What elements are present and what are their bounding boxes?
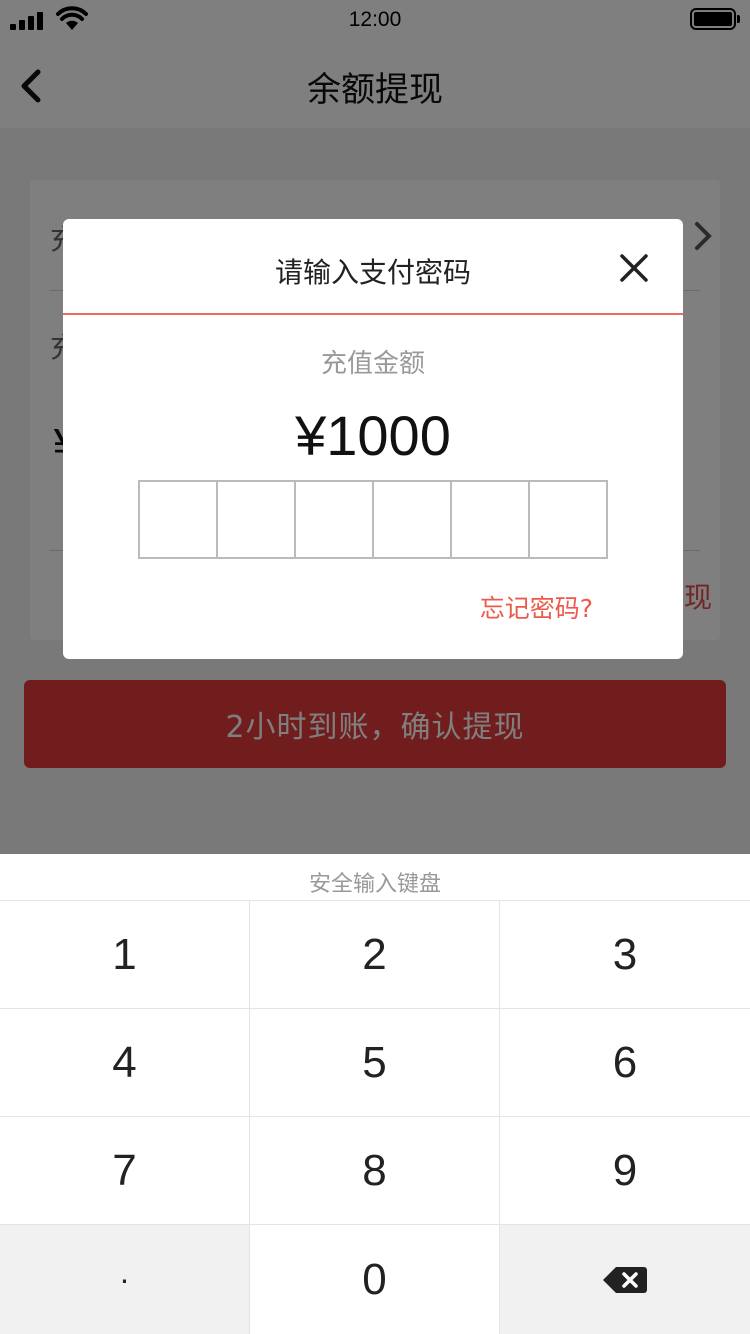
key-6[interactable]: 6 xyxy=(500,1009,750,1117)
secure-keyboard: 安全输入键盘 1 2 3 4 5 6 7 8 9 · 0 xyxy=(0,854,750,1334)
pin-box[interactable] xyxy=(140,482,218,557)
pin-input[interactable] xyxy=(138,480,608,559)
payment-password-dialog: 请输入支付密码 充值金额 ¥1000 忘记密码? xyxy=(63,219,683,659)
key-9[interactable]: 9 xyxy=(500,1117,750,1225)
pin-box[interactable] xyxy=(374,482,452,557)
key-5[interactable]: 5 xyxy=(250,1009,500,1117)
key-4[interactable]: 4 xyxy=(0,1009,250,1117)
amount-value: ¥1000 xyxy=(295,404,451,467)
forgot-password-link[interactable]: 忘记密码? xyxy=(480,589,593,625)
keyboard-title: 安全输入键盘 xyxy=(308,872,441,897)
amount-label: 充值金额 xyxy=(320,349,425,379)
key-2[interactable]: 2 xyxy=(250,901,500,1009)
key-dot[interactable]: · xyxy=(0,1225,250,1334)
key-1[interactable]: 1 xyxy=(0,901,250,1009)
key-3[interactable]: 3 xyxy=(500,901,750,1009)
dialog-title: 请输入支付密码 xyxy=(274,256,471,289)
keypad: 1 2 3 4 5 6 7 8 9 · 0 xyxy=(0,900,750,1334)
backspace-icon xyxy=(603,1266,647,1293)
pin-box[interactable] xyxy=(452,482,530,557)
pin-box[interactable] xyxy=(218,482,296,557)
key-7[interactable]: 7 xyxy=(0,1117,250,1225)
dialog-divider xyxy=(63,313,683,315)
pin-box[interactable] xyxy=(530,482,606,557)
close-icon[interactable] xyxy=(619,253,649,283)
pin-box[interactable] xyxy=(296,482,374,557)
key-0[interactable]: 0 xyxy=(250,1225,500,1334)
backspace-key[interactable] xyxy=(500,1225,750,1334)
key-8[interactable]: 8 xyxy=(250,1117,500,1225)
